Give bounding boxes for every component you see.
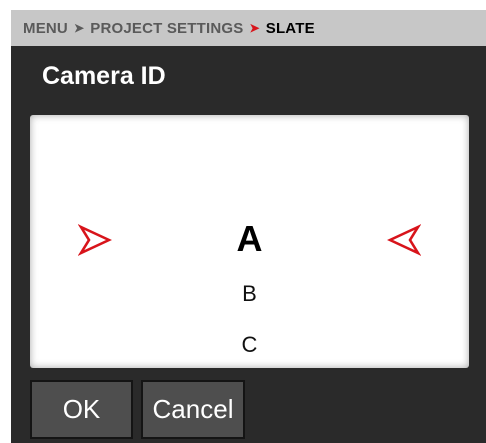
- page-title: Camera ID: [42, 62, 166, 90]
- picker-option[interactable]: B: [30, 281, 469, 307]
- breadcrumb: MENU ➤ PROJECT SETTINGS ➤ SLATE: [11, 10, 486, 46]
- camera-id-screen: MENU ➤ PROJECT SETTINGS ➤ SLATE Camera I…: [11, 10, 486, 443]
- breadcrumb-menu[interactable]: MENU: [23, 20, 68, 37]
- camera-id-picker[interactable]: A B C: [30, 115, 469, 368]
- selection-marker-right-icon: [387, 224, 421, 256]
- breadcrumb-separator-icon: ➤: [73, 21, 85, 35]
- picker-option[interactable]: C: [30, 332, 469, 358]
- breadcrumb-project-settings[interactable]: PROJECT SETTINGS: [90, 20, 243, 37]
- ok-button[interactable]: OK: [30, 380, 133, 439]
- cancel-button[interactable]: Cancel: [141, 380, 245, 439]
- breadcrumb-slate: SLATE: [265, 19, 315, 37]
- breadcrumb-separator-active-icon: ➤: [249, 21, 260, 35]
